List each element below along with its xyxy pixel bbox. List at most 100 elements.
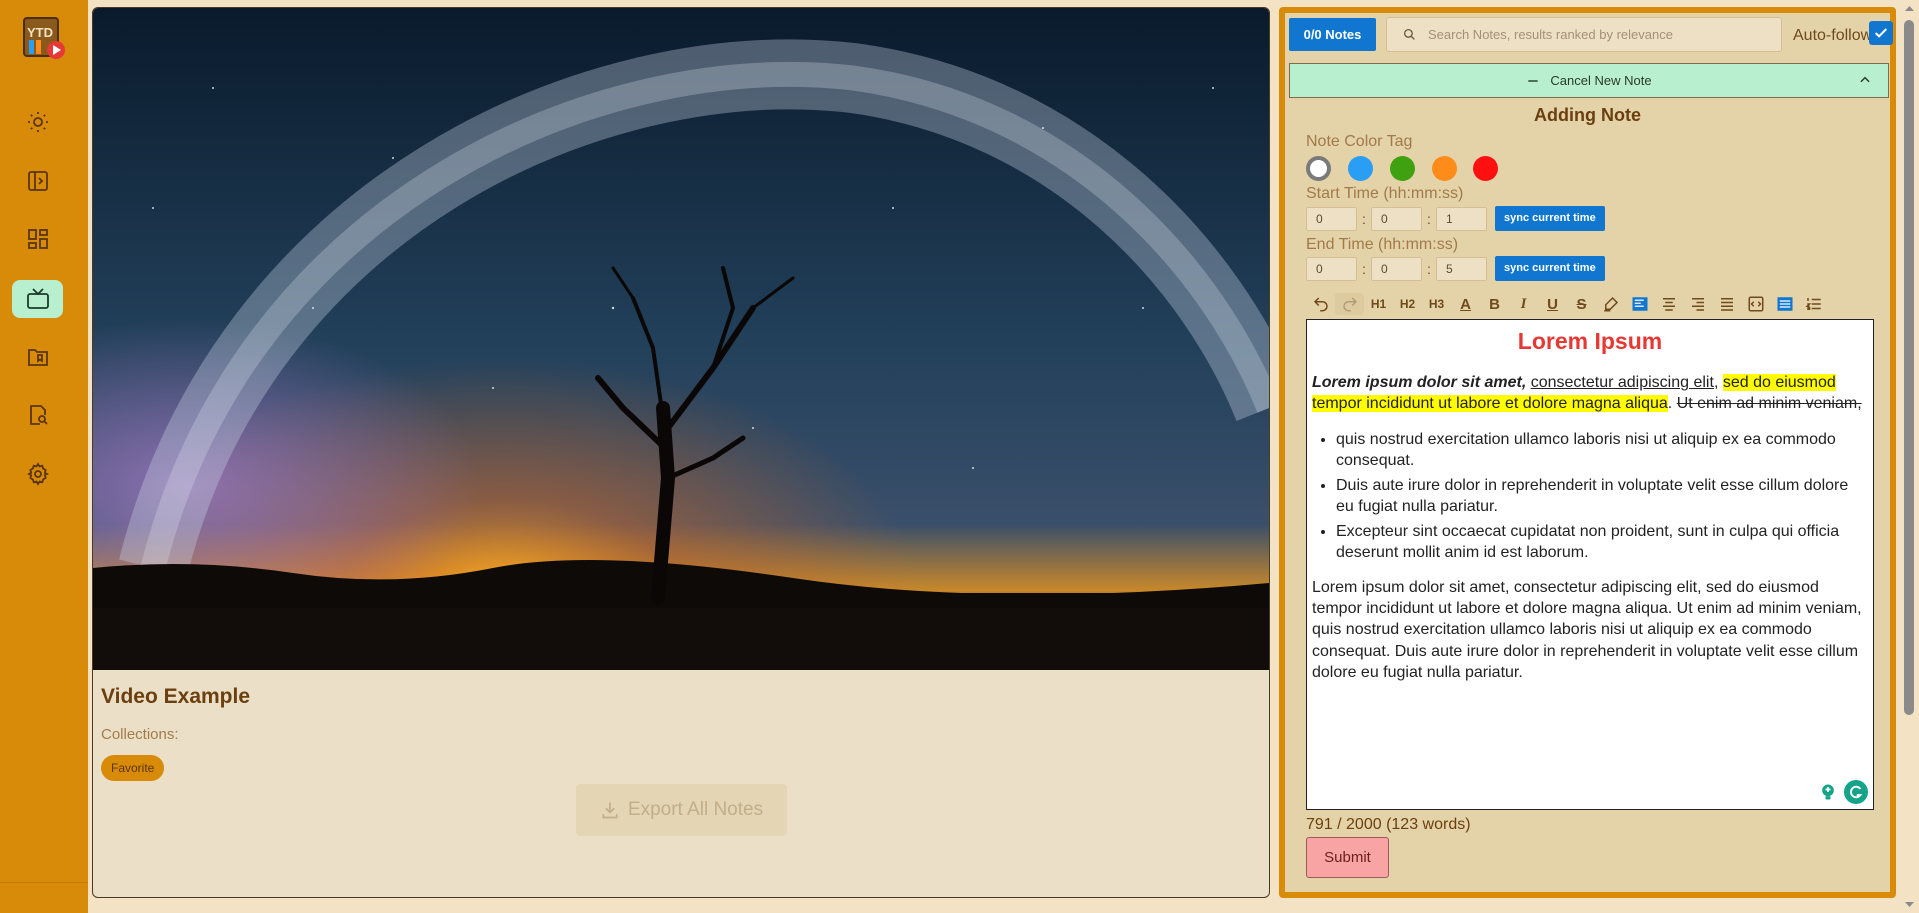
sync-start-time-button[interactable]: sync current time <box>1495 206 1605 231</box>
font-color-icon: A <box>1460 295 1471 313</box>
ordered-list-button[interactable] <box>1799 293 1828 315</box>
align-left-button[interactable] <box>1625 293 1654 315</box>
download-icon <box>602 802 618 819</box>
bold-button[interactable]: B <box>1480 293 1509 315</box>
dashboard-nav-button[interactable] <box>12 220 63 258</box>
search-notes-nav-button[interactable] <box>12 396 63 434</box>
collections-nav-button[interactable] <box>12 338 63 376</box>
video-nav-button[interactable] <box>12 280 63 318</box>
tv-icon <box>26 288 49 309</box>
align-right-icon <box>1691 298 1704 311</box>
heading1-button[interactable]: H1 <box>1364 293 1393 315</box>
time-separator: : <box>1427 210 1431 227</box>
italic-button[interactable]: I <box>1509 293 1538 315</box>
form-title: Adding Note <box>1534 105 1641 125</box>
notes-panel: 0/0 Notes Search Notes, results ranked b… <box>1279 7 1896 898</box>
align-center-button[interactable] <box>1654 293 1683 315</box>
scroll-up-icon <box>1905 6 1914 11</box>
editor-extension-icons <box>1816 780 1868 804</box>
end-time-row: 0 : 0 : 5 sync current time <box>1306 256 1605 281</box>
start-seconds-input[interactable]: 1 <box>1436 206 1487 231</box>
search-placeholder: Search Notes, results ranked by relevanc… <box>1428 27 1673 42</box>
color-option-blue[interactable] <box>1348 156 1373 181</box>
strikethrough-text: Ut enim ad minim veniam, <box>1676 395 1862 413</box>
dashboard-icon <box>27 229 48 249</box>
video-player[interactable] <box>93 8 1269 670</box>
collection-tag-favorite[interactable]: Favorite <box>101 755 165 781</box>
export-label: Export All Notes <box>627 799 764 820</box>
strikethrough-button[interactable]: S <box>1567 293 1596 315</box>
bold-italic-text: Lorem ipsum dolor sit amet, <box>1312 374 1527 392</box>
end-seconds-input[interactable]: 5 <box>1436 256 1487 281</box>
editor-heading: Lorem Ipsum <box>1517 328 1663 354</box>
color-option-orange[interactable] <box>1432 156 1457 181</box>
collections-label: Collections: <box>101 726 179 743</box>
note-editor[interactable]: Lorem Ipsum Lorem ipsum dolor sit amet, … <box>1306 319 1874 810</box>
time-separator: : <box>1427 260 1431 277</box>
end-hours-input[interactable]: 0 <box>1306 256 1357 281</box>
heading2-button[interactable]: H2 <box>1393 293 1422 315</box>
search-input[interactable]: Search Notes, results ranked by relevanc… <box>1386 17 1782 52</box>
editor-bullet-list: quis nostrud exercitation ullamco labori… <box>1312 429 1868 564</box>
highlight-button[interactable] <box>1596 293 1625 315</box>
sidebar-divider <box>0 882 88 883</box>
svg-text:YTD: YTD <box>27 25 53 40</box>
period-text: . <box>1667 395 1673 413</box>
page-scrollbar[interactable] <box>1900 0 1919 913</box>
color-option-green[interactable] <box>1390 156 1415 181</box>
auto-follow-label: Auto-follow <box>1793 27 1873 44</box>
expand-sidebar-button[interactable] <box>12 162 63 200</box>
bullet-list-icon <box>1777 297 1792 311</box>
sun-icon <box>27 112 48 132</box>
app-logo[interactable]: YTD <box>20 12 68 62</box>
notes-count-button[interactable]: 0/0 Notes <box>1289 18 1376 51</box>
gear-icon <box>26 462 49 486</box>
document-search-icon <box>29 405 48 425</box>
align-justify-button[interactable] <box>1712 293 1741 315</box>
auto-follow-checkbox[interactable] <box>1869 21 1893 45</box>
highlighter-icon <box>1603 296 1618 312</box>
export-all-notes-button[interactable]: Export All Notes <box>576 784 787 836</box>
submit-button[interactable]: Submit <box>1306 837 1389 878</box>
ordered-list-icon <box>1804 298 1821 310</box>
sync-end-time-button[interactable]: sync current time <box>1495 256 1605 281</box>
underline-button[interactable]: U <box>1538 293 1567 315</box>
align-left-icon <box>1632 297 1647 311</box>
code-block-button[interactable] <box>1741 293 1770 315</box>
settings-nav-button[interactable] <box>12 455 63 493</box>
lightbulb-icon[interactable] <box>1816 780 1840 804</box>
align-center-icon <box>1662 298 1675 311</box>
scroll-down-icon <box>1905 902 1914 907</box>
list-item: Excepteur sint occaecat cupidatat non pr… <box>1336 521 1868 563</box>
redo-button[interactable] <box>1335 293 1364 315</box>
folder-bookmark-icon <box>27 349 48 366</box>
end-minutes-input[interactable]: 0 <box>1371 256 1422 281</box>
font-color-button[interactable]: A <box>1451 293 1480 315</box>
comma-text: , <box>1713 374 1719 392</box>
list-item: quis nostrud exercitation ullamco labori… <box>1336 429 1868 471</box>
align-right-button[interactable] <box>1683 293 1712 315</box>
chevron-up-icon <box>1860 76 1870 83</box>
heading3-button[interactable]: H3 <box>1422 293 1451 315</box>
checkmark-icon <box>1874 28 1888 38</box>
scrollbar-thumb[interactable] <box>1904 20 1914 715</box>
cancel-new-note-button[interactable]: Cancel New Note <box>1289 63 1889 98</box>
video-panel: Video Example Collections: Favorite Expo… <box>92 7 1270 898</box>
start-time-row: 0 : 0 : 1 sync current time <box>1306 206 1605 231</box>
bullet-list-button[interactable] <box>1770 293 1799 315</box>
start-hours-input[interactable]: 0 <box>1306 206 1357 231</box>
start-minutes-input[interactable]: 0 <box>1371 206 1422 231</box>
code-icon <box>1748 296 1763 312</box>
sidebar: YTD <box>0 0 88 913</box>
theme-toggle-button[interactable] <box>12 103 63 141</box>
time-separator: : <box>1362 260 1366 277</box>
color-option-white[interactable] <box>1306 156 1331 181</box>
undo-button[interactable] <box>1306 293 1335 315</box>
start-time-label: Start Time (hh:mm:ss) <box>1306 185 1464 202</box>
grammarly-icon[interactable] <box>1844 780 1868 804</box>
redo-icon <box>1342 297 1357 312</box>
time-separator: : <box>1362 210 1366 227</box>
panel-expand-icon <box>27 171 48 191</box>
video-title: Video Example <box>101 685 251 708</box>
color-option-red[interactable] <box>1473 156 1498 181</box>
